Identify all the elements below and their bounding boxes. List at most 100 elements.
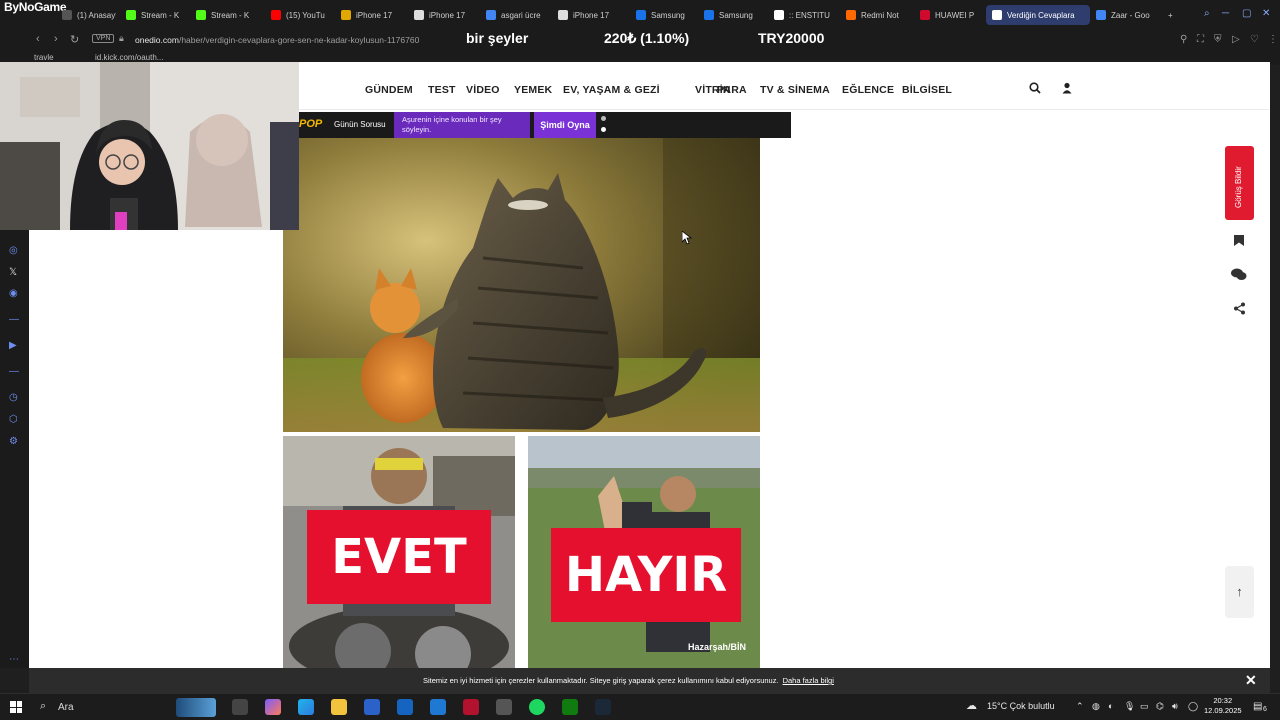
cookie-close-icon[interactable]: ✕ — [1245, 672, 1257, 689]
back-icon[interactable]: ‹ — [36, 33, 40, 45]
tab-12[interactable]: HUAWEI P — [914, 5, 982, 25]
tab-14[interactable]: Zaar - Goo — [1090, 5, 1160, 25]
scroll-to-top-button[interactable]: ↑ — [1225, 566, 1254, 618]
weather-icon[interactable]: ☁ — [966, 699, 977, 712]
cookie-message: Sitemiz en iyi hizmeti için çerezler kul… — [423, 676, 834, 685]
tab-7[interactable]: iPhone 17 — [552, 5, 626, 25]
tab-9[interactable]: Samsung — [698, 5, 762, 25]
microphone-icon[interactable]: 🎙︎ — [1124, 701, 1135, 712]
left-blank-area — [29, 230, 283, 668]
tab-label: iPhone 17 — [356, 10, 393, 20]
nav-yemek[interactable]: YEMEK — [514, 84, 552, 96]
url-field[interactable]: onedio.com/haber/verdigin-cevaplara-gore… — [135, 35, 419, 45]
instagram-icon[interactable]: ◎ — [9, 245, 18, 256]
nav-test[interactable]: TEST — [428, 84, 456, 96]
shield-icon[interactable]: ⛨ — [1214, 34, 1222, 45]
heart-icon[interactable]: ♡ — [1250, 34, 1259, 45]
pin-icon[interactable]: ⚲ — [1180, 34, 1187, 45]
tab-11[interactable]: Redmi Not — [840, 5, 908, 25]
minimize-icon[interactable]: ─ — [1222, 8, 1229, 19]
vpn-badge[interactable]: VPN — [92, 34, 115, 43]
carousel-dot[interactable] — [601, 116, 606, 121]
tray-chevron-icon[interactable]: ⌃ — [1076, 701, 1084, 712]
outlook-icon[interactable] — [397, 699, 413, 715]
tab-5[interactable]: iPhone 17 — [408, 5, 476, 25]
answer-yes-card[interactable]: EVET — [283, 436, 515, 668]
opera-icon[interactable] — [463, 699, 479, 715]
player-icon[interactable]: ▶ — [9, 340, 17, 351]
nav-video[interactable]: VİDEO — [466, 84, 500, 96]
taskbar-search[interactable]: ⌕ Ara — [36, 698, 216, 717]
nav-para[interactable]: PARA — [717, 84, 747, 96]
bookmark-icon[interactable] — [1227, 234, 1251, 250]
new-tab-icon[interactable]: + — [1162, 5, 1180, 25]
tab-label: HUAWEI P — [935, 10, 975, 20]
search-icon[interactable] — [1029, 82, 1041, 97]
chrome-dev-icon[interactable] — [496, 699, 512, 715]
tab-8[interactable]: Samsung — [630, 5, 694, 25]
forward-icon[interactable]: › — [54, 33, 58, 45]
cookie-more-info-link[interactable]: Daha fazla bilgi — [783, 676, 834, 685]
bookmark-travle[interactable]: travle — [34, 53, 54, 62]
nav-eglence[interactable]: EĞLENCE — [842, 84, 894, 96]
tab-2[interactable]: Stream - K — [190, 5, 256, 25]
comments-icon[interactable] — [1227, 268, 1251, 284]
menu-icon[interactable]: ⋮ — [1268, 34, 1278, 45]
weather-text[interactable]: 15°C Çok bulutlu — [987, 701, 1055, 711]
tray-app-icon[interactable]: ◐ — [1108, 701, 1113, 711]
taskbar-clock[interactable]: 20:32 12.09.2025 — [1204, 696, 1242, 716]
history-icon[interactable]: ◷ — [9, 392, 18, 403]
play-now-button[interactable]: Şimdi Oyna — [534, 112, 596, 138]
discord-icon[interactable]: ◉ — [9, 288, 18, 299]
screenshot-icon[interactable]: ⛶ — [1197, 34, 1204, 45]
edge-icon[interactable] — [298, 699, 314, 715]
spotify-icon[interactable] — [529, 699, 545, 715]
more-icon[interactable]: ⋯ — [9, 654, 19, 665]
xbox-icon[interactable] — [562, 699, 578, 715]
maximize-icon[interactable]: ▢ — [1242, 8, 1251, 19]
tab-1[interactable]: Stream - K — [120, 5, 186, 25]
task-view-icon[interactable] — [232, 699, 248, 715]
security-icon[interactable]: ◯ — [1188, 701, 1198, 712]
yes-label: EVET — [307, 510, 491, 604]
file-explorer-icon[interactable] — [331, 699, 347, 715]
search-tabs-icon[interactable]: ⌕ — [1204, 8, 1210, 19]
reload-icon[interactable]: ↻ — [70, 33, 79, 46]
close-window-icon[interactable]: ✕ — [1262, 8, 1270, 19]
nav-ev-yasam-gezi[interactable]: EV, YAŞAM & GEZİ — [563, 84, 660, 96]
tab-0[interactable]: (1) Anasayf — [56, 5, 116, 25]
streamer-webcam — [0, 62, 299, 230]
steam-icon[interactable] — [595, 699, 611, 715]
tray-app-icon[interactable]: ◍ — [1092, 701, 1100, 712]
bookmark-kick-oauth[interactable]: id.kick.com/oauth... — [95, 53, 163, 62]
tab-favicon-icon — [846, 10, 856, 20]
answer-no-card[interactable]: HAYIR Hazarşah/BİN — [528, 436, 760, 668]
store-icon[interactable] — [364, 699, 380, 715]
nav-gundem[interactable]: GÜNDEM — [365, 84, 413, 96]
volume-icon[interactable]: 🔊︎ — [1172, 701, 1178, 712]
tab-13[interactable]: Verdiğin Cevaplara — [986, 5, 1090, 25]
extensions-icon[interactable]: ⬡ — [9, 414, 18, 425]
stream-overlay-goal: TRY20000 — [758, 30, 825, 46]
carousel-dot-active[interactable] — [601, 127, 606, 132]
notifications-icon[interactable]: ▤ — [1253, 701, 1262, 712]
nav-tv-sinema[interactable]: TV & SİNEMA — [760, 84, 830, 96]
user-icon[interactable] — [1061, 82, 1073, 97]
feedback-button[interactable]: Görüş Bildir — [1225, 146, 1254, 220]
tab-4[interactable]: iPhone 17 — [335, 5, 403, 25]
nav-bilgisel[interactable]: BİLGİSEL — [902, 84, 952, 96]
start-button[interactable] — [10, 701, 22, 713]
tab-3[interactable]: (15) YouTu — [265, 5, 331, 25]
x-twitter-icon[interactable]: 𝕏 — [9, 267, 17, 278]
share-icon[interactable] — [1227, 302, 1251, 318]
tab-6[interactable]: asgari ücre — [480, 5, 548, 25]
network-icon[interactable]: ⌬ — [1156, 701, 1164, 712]
mail-icon[interactable] — [430, 699, 446, 715]
settings-icon[interactable]: ⚙ — [9, 436, 18, 447]
display-icon[interactable]: ▭ — [1140, 701, 1149, 712]
tab-label: :: ENSTITU — [789, 10, 830, 20]
lock-icon[interactable]: 🔒︎ — [119, 33, 124, 44]
play-icon[interactable]: ▷ — [1232, 34, 1240, 45]
tab-10[interactable]: :: ENSTITU — [768, 5, 836, 25]
copilot-icon[interactable] — [265, 699, 281, 715]
